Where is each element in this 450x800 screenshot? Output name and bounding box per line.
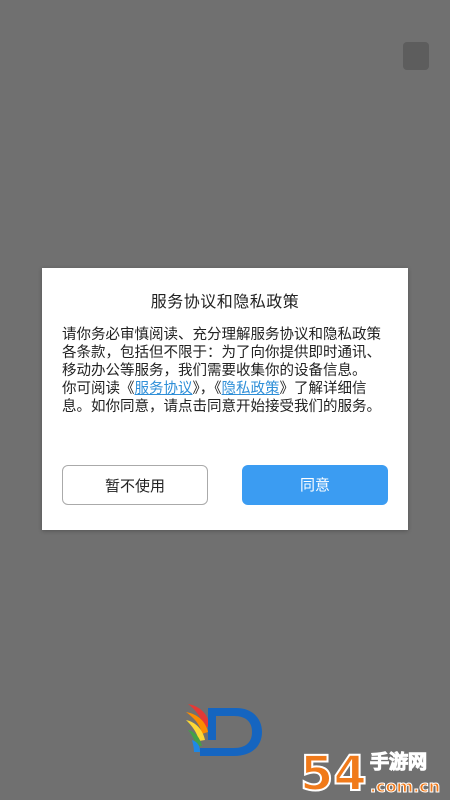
agree-button[interactable]: 同意 <box>242 465 388 505</box>
watermark-site-name: 手游网 <box>370 750 427 773</box>
body-paragraph-links: 你可阅读《服务协议》，《隐私政策》了解详细信息。如你同意，请点击同意开始接受我们… <box>62 380 388 416</box>
body-paragraph: 请你务必审慎阅读、充分理解服务协议和隐私政策各条款，包括但不限于：为了向你提供即… <box>62 327 381 379</box>
app-logo-icon <box>186 704 262 756</box>
dialog-body[interactable]: 请你务必审慎阅读、充分理解服务协议和隐私政策各条款，包括但不限于：为了向你提供即… <box>62 326 388 436</box>
dialog-title: 服务协议和隐私政策 <box>150 292 300 311</box>
square-icon[interactable] <box>403 42 429 70</box>
service-agreement-link[interactable]: 服务协议 <box>135 381 193 397</box>
body-text: 》，《 <box>192 381 222 397</box>
privacy-dialog: 服务协议和隐私政策 请你务必审慎阅读、充分理解服务协议和隐私政策各条款，包括但不… <box>42 268 408 530</box>
watermark-logo: 54 手游网 .com.cn <box>300 745 441 800</box>
body-text: 你可阅读《 <box>62 381 135 397</box>
screen-background: 服务协议和隐私政策 请你务必审慎阅读、充分理解服务协议和隐私政策各条款，包括但不… <box>0 0 450 800</box>
watermark-domain: .com.cn <box>370 777 440 796</box>
decline-button[interactable]: 暂不使用 <box>62 465 208 505</box>
watermark-brand-number: 54 <box>300 746 367 800</box>
privacy-policy-link[interactable]: 隐私政策 <box>222 381 280 397</box>
